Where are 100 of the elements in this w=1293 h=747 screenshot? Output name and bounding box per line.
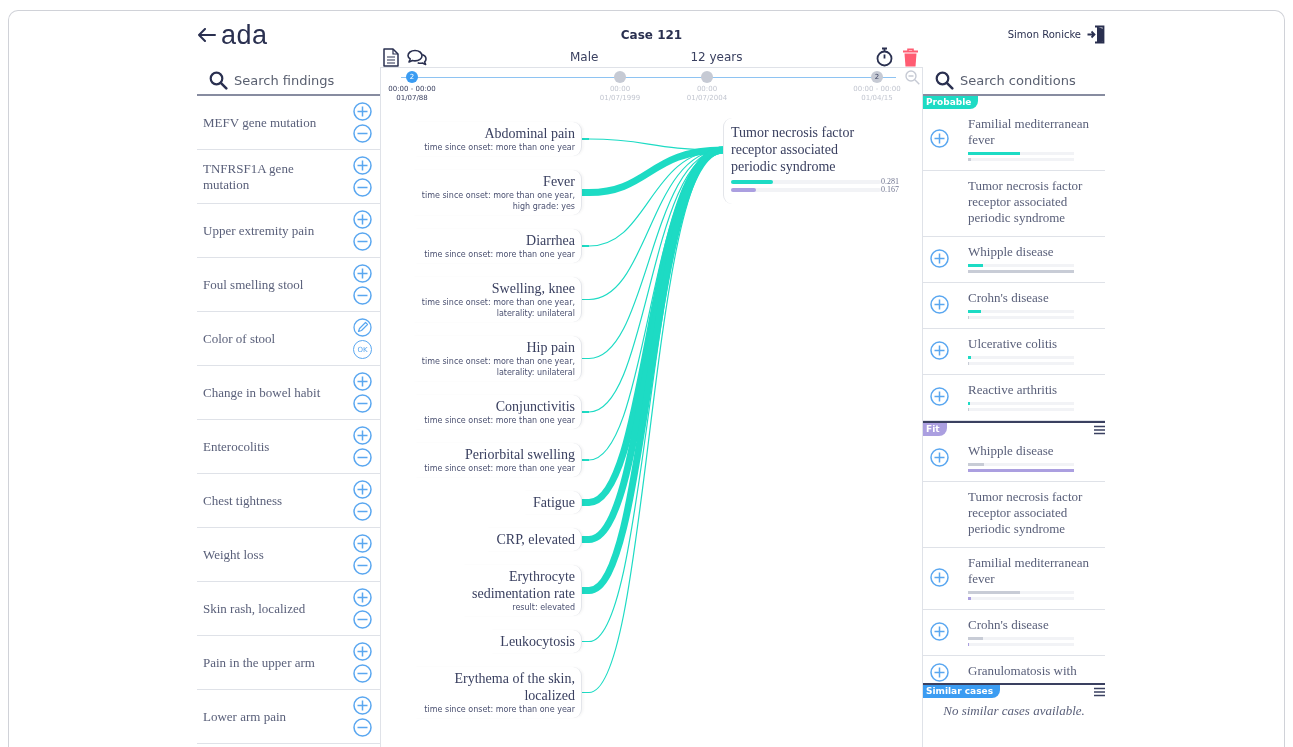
remove-icon[interactable]	[353, 448, 372, 467]
finding-name[interactable]: Weight loss	[203, 546, 264, 563]
node-detail: time since onset: more than one year, high grade: yes	[421, 190, 575, 212]
condition-name[interactable]: Whipple disease	[968, 443, 1101, 459]
finding-name[interactable]: MEFV gene mutation	[203, 114, 317, 131]
add-icon[interactable]	[930, 295, 949, 314]
finding-name[interactable]: Change in bowel habit	[203, 384, 321, 401]
finding-name[interactable]: Pain in the upper arm	[203, 654, 315, 671]
score-value: 0.281	[881, 178, 899, 186]
document-icon[interactable]	[383, 47, 399, 67]
add-icon[interactable]	[353, 696, 372, 715]
node-detail: time since onset: more than one year	[424, 704, 575, 715]
condition-name[interactable]: Familial mediterranean fever	[968, 116, 1101, 148]
node-title: Diarrhea	[525, 232, 575, 249]
age-label: 12 years	[690, 50, 743, 64]
remove-icon[interactable]	[353, 610, 372, 629]
remove-icon[interactable]	[353, 286, 372, 305]
node-detail: time since onset: more than one year	[424, 415, 575, 426]
node-detail: time since onset: more than one year	[424, 142, 575, 153]
remove-icon[interactable]	[353, 124, 372, 143]
add-icon[interactable]	[930, 129, 949, 148]
add-icon[interactable]	[930, 663, 949, 682]
remove-icon[interactable]	[353, 178, 372, 197]
search-icon	[935, 71, 954, 90]
condition-name[interactable]: Reactive arthritis	[968, 382, 1101, 398]
logo: ada	[221, 22, 268, 47]
remove-icon[interactable]	[353, 394, 372, 413]
condition-name[interactable]: Familial mediterranean fever	[968, 555, 1101, 587]
add-icon[interactable]	[353, 588, 372, 607]
node-title: Tumor necrosis factor receptor associated periodic syndrome	[731, 124, 856, 175]
finding-name[interactable]: Upper extremity pain	[203, 222, 315, 239]
add-icon[interactable]	[353, 642, 372, 661]
chat-icon[interactable]	[407, 48, 427, 66]
node-title: Fatigue	[533, 494, 575, 511]
finding-name[interactable]: Lower arm pain	[203, 708, 287, 725]
sex-label: Male	[570, 50, 599, 64]
node-title: Erythema of the skin, localized	[453, 670, 575, 704]
logout-icon[interactable]	[1087, 25, 1105, 44]
remove-icon[interactable]	[353, 718, 372, 737]
finding-name[interactable]: Enterocolitis	[203, 438, 270, 455]
finding-name[interactable]: Chest tightness	[203, 492, 283, 509]
stopwatch-icon[interactable]	[876, 47, 893, 67]
zoom-out-icon[interactable]	[905, 70, 920, 85]
remove-icon[interactable]	[353, 502, 372, 521]
node-title: Erythrocyte sedimentation rate	[471, 568, 575, 602]
node-title: Conjunctivitis	[494, 398, 575, 415]
section-tag: Fit	[923, 423, 947, 436]
search-field[interactable]: Search findings	[234, 73, 364, 88]
add-icon[interactable]	[930, 622, 949, 641]
add-icon[interactable]	[353, 534, 372, 553]
add-icon[interactable]	[353, 426, 372, 445]
remove-icon[interactable]	[353, 556, 372, 575]
condition-name[interactable]: Granulomatosis with	[968, 663, 1101, 679]
case-title: Case 121	[619, 27, 684, 42]
remove-icon[interactable]	[353, 232, 372, 251]
condition-name[interactable]: Ulcerative colitis	[968, 336, 1101, 352]
add-icon[interactable]	[353, 102, 372, 121]
timeline-point[interactable]	[701, 71, 713, 83]
add-icon[interactable]	[353, 372, 372, 391]
add-icon[interactable]	[930, 448, 949, 467]
node-title: Fever	[542, 173, 575, 190]
node-detail: time since onset: more than one year	[424, 249, 575, 260]
add-icon[interactable]	[353, 156, 372, 175]
back-arrow-icon[interactable]	[197, 27, 216, 42]
condition-node[interactable]: Tumor necrosis factor receptor associated periodic syndrome 0.281 0.167	[723, 118, 899, 204]
menu-icon[interactable]	[1094, 686, 1105, 697]
node-title: CRP, elevated	[496, 531, 575, 548]
node-title: Hip pain	[525, 339, 575, 356]
node-title: Periorbital swelling	[463, 446, 575, 463]
add-icon[interactable]	[930, 568, 949, 587]
timeline-point[interactable]	[614, 71, 626, 83]
finding-name[interactable]: Skin rash, localized	[203, 600, 306, 617]
add-icon[interactable]	[353, 480, 372, 499]
remove-icon[interactable]	[353, 664, 372, 683]
condition-name[interactable]: Crohn's disease	[968, 617, 1101, 633]
node-detail: time since onset: more than one year, laterality: unilateral	[421, 297, 575, 319]
search-icon	[209, 71, 228, 90]
menu-icon[interactable]	[1094, 424, 1105, 435]
finding-name[interactable]: Foul smelling stool	[203, 276, 304, 293]
condition-name[interactable]: Whipple disease	[968, 244, 1101, 260]
condition-name[interactable]: Tumor necrosis factor receptor associated periodic syndrome	[968, 178, 1101, 226]
score-value: 0.167	[881, 186, 899, 194]
add-icon[interactable]	[930, 387, 949, 406]
trash-icon[interactable]	[902, 47, 919, 67]
add-icon[interactable]	[353, 210, 372, 229]
node-detail: result: elevated	[511, 602, 575, 613]
add-icon[interactable]	[353, 264, 372, 283]
condition-name[interactable]: Crohn's disease	[968, 290, 1101, 306]
search-field[interactable]: Search conditions	[960, 73, 1090, 88]
add-icon[interactable]	[930, 341, 949, 360]
finding-name[interactable]: Color of stool	[203, 330, 276, 347]
node-detail: time since onset: more than one year	[424, 463, 575, 474]
node-title: Swelling, knee	[490, 280, 575, 297]
finding-name[interactable]: TNFRSF1A gene mutation	[203, 160, 323, 193]
node-title: Abdominal pain	[483, 125, 575, 142]
user-name: Simon Ronicke	[1007, 29, 1081, 40]
node-title: Leukocytosis	[500, 633, 575, 650]
add-icon[interactable]	[930, 249, 949, 268]
condition-name[interactable]: Tumor necrosis factor receptor associated periodic syndrome	[968, 489, 1101, 537]
pencil-icon[interactable]	[353, 318, 372, 337]
